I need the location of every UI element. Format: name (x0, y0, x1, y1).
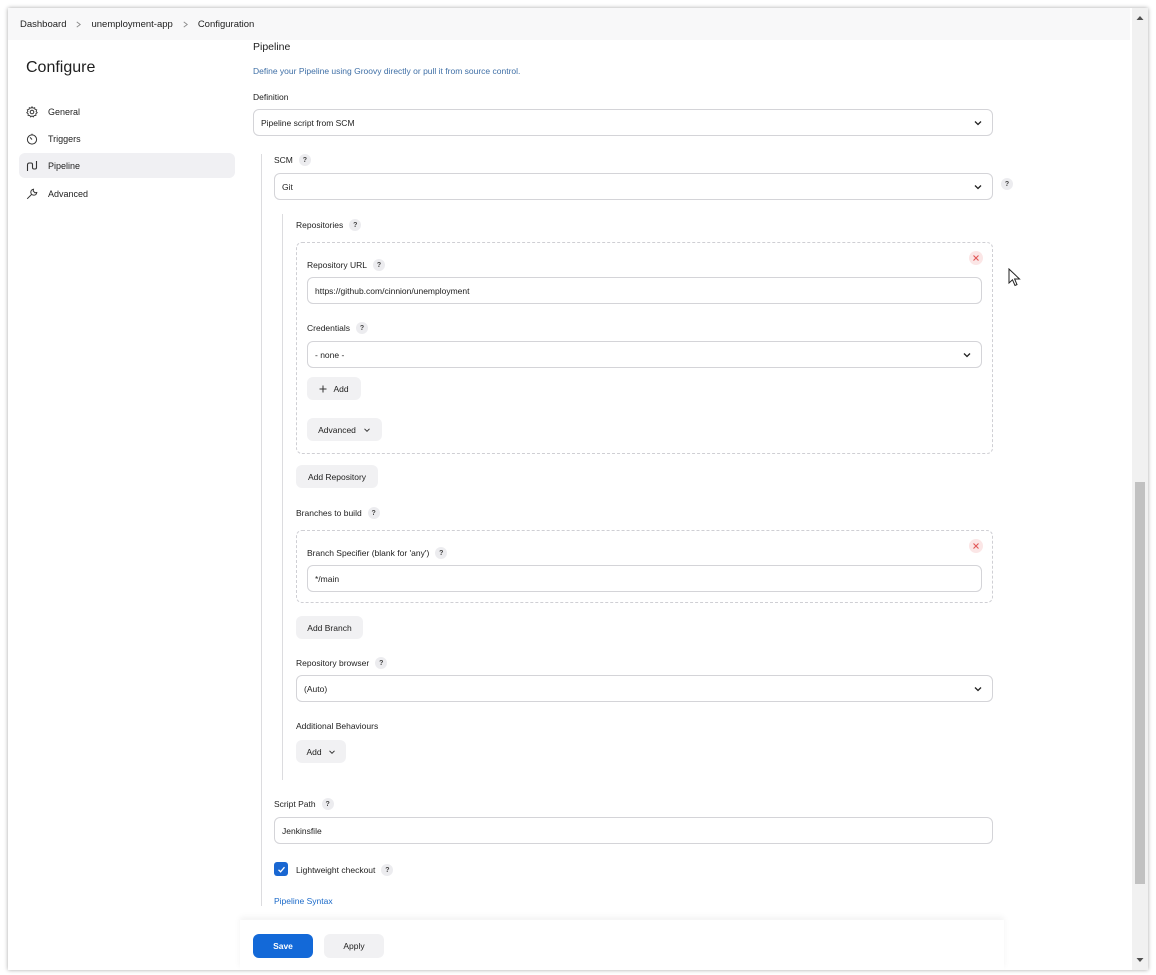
browser-viewport: Dashboard unemployment-app Configuration… (8, 8, 1148, 970)
add-branch-button[interactable]: Add Branch (296, 616, 363, 639)
add-behaviour-label: Add (306, 746, 322, 757)
repository-url-value: https://github.com/cinnion/unemployment (315, 285, 470, 296)
close-icon (973, 255, 979, 261)
credentials-label: Credentials? (307, 322, 368, 334)
help-icon[interactable]: ? (373, 259, 385, 271)
add-credentials-label: Add (333, 383, 349, 394)
definition-value: Pipeline script from SCM (261, 117, 355, 128)
scroll-down-arrow-icon[interactable] (1132, 952, 1148, 968)
apply-button[interactable]: Apply (324, 934, 384, 958)
chevron-down-icon (973, 182, 983, 192)
repository-browser-value: (Auto) (304, 683, 328, 694)
scm-label: SCM? (274, 154, 311, 166)
breadcrumb: Dashboard unemployment-app Configuration (8, 8, 1130, 40)
lightweight-checkout-checkbox[interactable] (274, 862, 288, 876)
plus-icon (319, 385, 327, 392)
credentials-select[interactable]: - none - (307, 341, 982, 368)
branch-specifier-value: */main (315, 573, 340, 584)
remove-repository-button[interactable] (969, 251, 983, 265)
chevron-down-icon (328, 749, 335, 754)
help-icon[interactable]: ? (298, 154, 311, 166)
scm-section-line (261, 154, 262, 906)
sidebar-item-label: General (48, 106, 81, 117)
help-icon[interactable]: ? (381, 864, 394, 876)
scroll-up-arrow-icon[interactable] (1132, 10, 1148, 26)
advanced-label: Advanced (318, 424, 356, 435)
add-behaviour-button[interactable]: Add (296, 740, 346, 763)
script-path-label: Script Path? (274, 798, 334, 810)
branch-specifier-input[interactable]: */main (307, 565, 982, 592)
section-description: Define your Pipeline using Groovy direct… (253, 66, 521, 76)
breadcrumb-job[interactable]: unemployment-app (91, 19, 172, 30)
sidebar-title: Configure (26, 59, 96, 76)
vertical-scrollbar[interactable] (1132, 8, 1148, 970)
repository-browser-label: Repository browser? (296, 657, 388, 669)
scrollbar-thumb[interactable] (1135, 482, 1145, 884)
sidebar-item-advanced[interactable]: Advanced (19, 181, 235, 206)
advanced-toggle-button[interactable]: Advanced (307, 418, 382, 441)
wrench-icon (26, 188, 38, 200)
sidebar-item-label: Advanced (48, 188, 89, 199)
add-branch-label: Add Branch (307, 622, 352, 633)
additional-behaviours-label: Additional Behaviours (296, 721, 379, 731)
chevron-down-icon (973, 118, 983, 128)
repository-browser-select[interactable]: (Auto) (296, 675, 993, 702)
sidebar-item-triggers[interactable]: Triggers (19, 126, 235, 151)
script-path-input[interactable]: Jenkinsfile (274, 817, 993, 844)
check-icon (277, 866, 285, 873)
credentials-value: - none - (315, 349, 345, 360)
sidebar-item-label: Triggers (48, 133, 81, 144)
sidebar-item-label: Pipeline (48, 160, 81, 171)
chevron-down-icon (364, 427, 370, 432)
help-icon[interactable]: ? (435, 547, 448, 559)
help-icon[interactable]: ? (349, 219, 362, 231)
definition-label: Definition (253, 92, 289, 102)
help-icon[interactable]: ? (375, 657, 388, 669)
save-button[interactable]: Save (253, 934, 313, 958)
pipeline-syntax-link[interactable]: Pipeline Syntax (274, 896, 333, 906)
repositories-label: Repositories? (296, 219, 362, 231)
repository-url-label: Repository URL? (307, 259, 385, 271)
sidebar-item-pipeline[interactable]: Pipeline (19, 153, 235, 178)
gear-icon (26, 105, 38, 118)
scm-value: Git (282, 181, 293, 192)
help-icon[interactable]: ? (356, 322, 368, 334)
branches-label: Branches to build? (296, 507, 380, 519)
definition-select[interactable]: Pipeline script from SCM (253, 109, 993, 136)
timer-icon (26, 133, 38, 145)
add-repository-label: Add Repository (307, 471, 367, 482)
scm-select[interactable]: Git (274, 173, 993, 200)
help-icon[interactable]: ? (367, 507, 380, 519)
section-title: Pipeline (253, 41, 291, 53)
git-section-line (282, 214, 283, 780)
chevron-right-icon (75, 21, 82, 28)
sidebar-item-general[interactable]: General (19, 99, 235, 124)
help-icon[interactable]: ? (321, 798, 334, 810)
chevron-down-icon (973, 684, 983, 694)
mouse-cursor-icon (1008, 268, 1021, 287)
add-repository-button[interactable]: Add Repository (296, 465, 378, 488)
branch-specifier-label: Branch Specifier (blank for 'any')? (307, 547, 448, 559)
close-icon (973, 543, 979, 549)
chevron-right-icon (182, 21, 189, 28)
script-path-value: Jenkinsfile (282, 825, 322, 836)
repository-url-input[interactable]: https://github.com/cinnion/unemployment (307, 277, 982, 304)
breadcrumb-dashboard[interactable]: Dashboard (20, 19, 66, 30)
chevron-down-icon (962, 350, 972, 360)
add-credentials-button[interactable]: Add (307, 377, 361, 400)
lightweight-checkout-label: Lightweight checkout? (296, 864, 394, 876)
pipeline-icon (26, 160, 38, 172)
remove-branch-button[interactable] (969, 539, 983, 553)
breadcrumb-configuration[interactable]: Configuration (198, 19, 255, 30)
help-icon[interactable]: ? (1001, 178, 1013, 190)
